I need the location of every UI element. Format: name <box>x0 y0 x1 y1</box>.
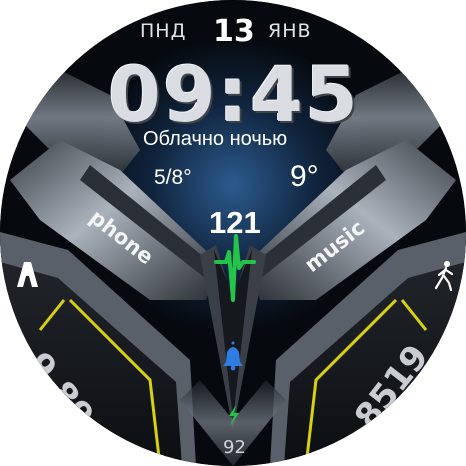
watch-face: ПНД 13 ЯНВ 09:45 Облачно ночью 5/8° 9° p… <box>0 0 466 466</box>
weather-temperature[interactable]: 9° <box>290 160 319 194</box>
watch-dial: ПНД 13 ЯНВ 09:45 Облачно ночью 5/8° 9° p… <box>0 0 466 466</box>
month-label: ЯНВ <box>268 20 312 42</box>
time-display[interactable]: 09:45 <box>108 50 360 139</box>
heart-rate-value[interactable]: 121 <box>209 205 261 241</box>
battery-level[interactable]: 92 <box>223 437 246 458</box>
weekday-label: ПНД <box>140 20 187 42</box>
day-label: 13 <box>213 14 255 49</box>
weather-description: Облачно ночью <box>143 128 288 150</box>
weather-range: 5/8° <box>154 166 192 189</box>
